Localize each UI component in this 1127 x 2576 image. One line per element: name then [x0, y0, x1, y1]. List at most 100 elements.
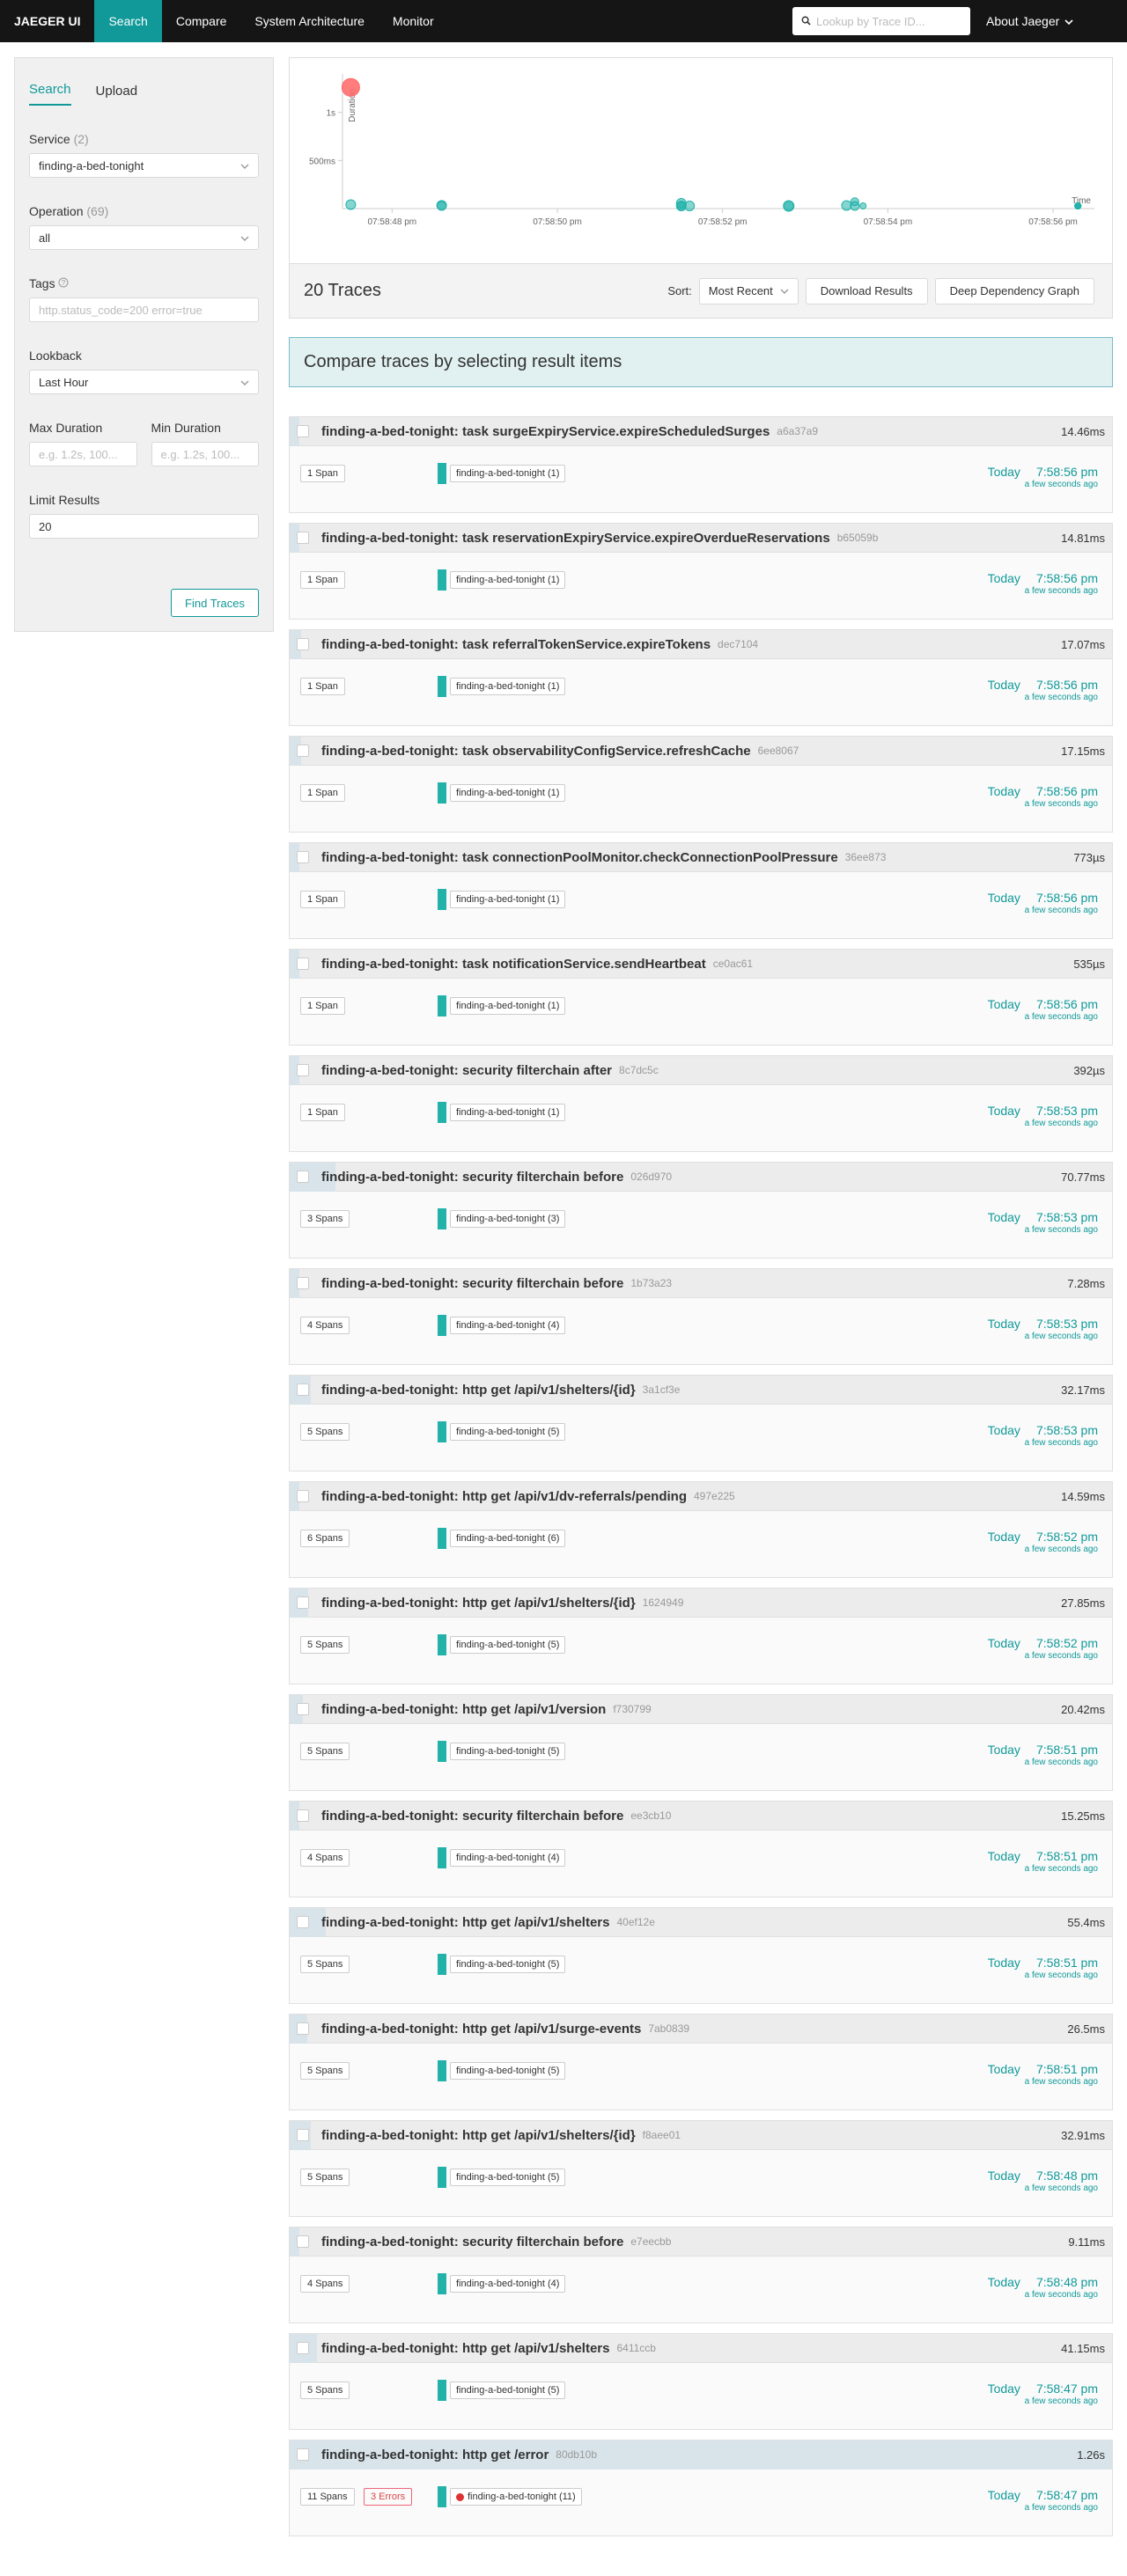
- trace-item-header[interactable]: finding-a-bed-tonight: http get /api/v1/…: [289, 2014, 1113, 2044]
- nav-monitor[interactable]: Monitor: [379, 0, 448, 42]
- trace-item-body[interactable]: 6 Spans finding-a-bed-tonight (6) Today 7:5…: [289, 1511, 1113, 1578]
- trace-item-body[interactable]: 1 Span finding-a-bed-tonight (1) Today 7:58…: [289, 446, 1113, 513]
- trace-select-checkbox[interactable]: [297, 425, 309, 437]
- nav-system-architecture[interactable]: System Architecture: [240, 0, 379, 42]
- trace-id-input[interactable]: [816, 14, 957, 28]
- trace-select-checkbox[interactable]: [297, 1703, 309, 1715]
- min-duration-input[interactable]: [151, 442, 259, 466]
- trace-name[interactable]: finding-a-bed-tonight: security filterch…: [321, 1170, 623, 1185]
- operation-select[interactable]: all: [29, 225, 259, 250]
- trace-select-checkbox[interactable]: [297, 1171, 309, 1183]
- trace-item-header[interactable]: finding-a-bed-tonight: http get /api/v1/…: [289, 1481, 1113, 1511]
- trace-item-body[interactable]: 4 Spans finding-a-bed-tonight (4) Today 7:5…: [289, 1298, 1113, 1365]
- trace-item[interactable]: finding-a-bed-tonight: http get /api/v1/…: [289, 1907, 1113, 2004]
- about-jaeger-menu[interactable]: About Jaeger: [986, 0, 1073, 42]
- trace-item-body[interactable]: 5 Spans finding-a-bed-tonight (5) Today 7:5…: [289, 1618, 1113, 1684]
- trace-item[interactable]: finding-a-bed-tonight: http get /api/v1/…: [289, 2120, 1113, 2217]
- trace-item[interactable]: finding-a-bed-tonight: security filterch…: [289, 1268, 1113, 1365]
- nav-compare[interactable]: Compare: [162, 0, 241, 42]
- trace-select-checkbox[interactable]: [297, 1809, 309, 1822]
- trace-item-header[interactable]: finding-a-bed-tonight: task referralToke…: [289, 629, 1113, 659]
- trace-name[interactable]: finding-a-bed-tonight: task connectionPo…: [321, 850, 838, 865]
- trace-item-header[interactable]: finding-a-bed-tonight: task connectionPo…: [289, 842, 1113, 872]
- trace-item[interactable]: finding-a-bed-tonight: http get /error 80…: [289, 2440, 1113, 2536]
- trace-name[interactable]: finding-a-bed-tonight: security filterch…: [321, 1809, 623, 1824]
- trace-item[interactable]: finding-a-bed-tonight: task referralToke…: [289, 629, 1113, 726]
- trace-item[interactable]: finding-a-bed-tonight: security filterch…: [289, 1162, 1113, 1259]
- trace-item-body[interactable]: 4 Spans finding-a-bed-tonight (4) Today 7:5…: [289, 2257, 1113, 2323]
- trace-item[interactable]: finding-a-bed-tonight: http get /api/v1/…: [289, 2014, 1113, 2110]
- trace-item-header[interactable]: finding-a-bed-tonight: http get /api/v1/…: [289, 2120, 1113, 2150]
- trace-item-body[interactable]: 11 Spans 3 Errors finding-a-bed-tonight (1…: [289, 2470, 1113, 2536]
- trace-item-body[interactable]: 1 Span finding-a-bed-tonight (1) Today 7:58…: [289, 1085, 1113, 1152]
- trace-item-body[interactable]: 1 Span finding-a-bed-tonight (1) Today 7:58…: [289, 872, 1113, 939]
- trace-name[interactable]: finding-a-bed-tonight: http get /api/v1/…: [321, 1702, 606, 1717]
- trace-select-checkbox[interactable]: [297, 2342, 309, 2354]
- trace-name[interactable]: finding-a-bed-tonight: security filterch…: [321, 2235, 623, 2249]
- trace-item-body[interactable]: 5 Spans finding-a-bed-tonight (5) Today 7:5…: [289, 2150, 1113, 2217]
- trace-name[interactable]: finding-a-bed-tonight: task observabilit…: [321, 744, 751, 759]
- trace-name[interactable]: finding-a-bed-tonight: task surgeExpiryS…: [321, 424, 770, 439]
- trace-item[interactable]: finding-a-bed-tonight: security filterch…: [289, 2227, 1113, 2323]
- trace-item-body[interactable]: 5 Spans finding-a-bed-tonight (5) Today 7:5…: [289, 1724, 1113, 1791]
- trace-item-header[interactable]: finding-a-bed-tonight: security filterch…: [289, 1801, 1113, 1831]
- sort-select[interactable]: Most Recent: [698, 277, 799, 305]
- trace-name[interactable]: finding-a-bed-tonight: task notification…: [321, 957, 706, 972]
- trace-select-checkbox[interactable]: [297, 2022, 309, 2035]
- trace-name[interactable]: finding-a-bed-tonight: task reservationE…: [321, 531, 830, 546]
- tab-search[interactable]: Search: [29, 82, 71, 106]
- download-results-button[interactable]: Download Results: [805, 277, 928, 305]
- trace-select-checkbox[interactable]: [297, 1383, 309, 1396]
- trace-item[interactable]: finding-a-bed-tonight: task surgeExpiryS…: [289, 416, 1113, 513]
- trace-item-body[interactable]: 1 Span finding-a-bed-tonight (1) Today 7:58…: [289, 979, 1113, 1046]
- trace-select-checkbox[interactable]: [297, 1490, 309, 1502]
- trace-item-header[interactable]: finding-a-bed-tonight: task surgeExpiryS…: [289, 416, 1113, 446]
- trace-item-header[interactable]: finding-a-bed-tonight: security filterch…: [289, 2227, 1113, 2257]
- trace-select-checkbox[interactable]: [297, 851, 309, 863]
- trace-select-checkbox[interactable]: [297, 1064, 309, 1076]
- trace-item-header[interactable]: finding-a-bed-tonight: http get /api/v1/…: [289, 1694, 1113, 1724]
- trace-item-body[interactable]: 3 Spans finding-a-bed-tonight (3) Today 7:5…: [289, 1192, 1113, 1259]
- trace-name[interactable]: finding-a-bed-tonight: http get /api/v1/…: [321, 1383, 636, 1398]
- trace-name[interactable]: finding-a-bed-tonight: http get /api/v1/…: [321, 1596, 636, 1611]
- trace-item[interactable]: finding-a-bed-tonight: security filterch…: [289, 1055, 1113, 1152]
- trace-item-body[interactable]: 5 Spans finding-a-bed-tonight (5) Today 7:5…: [289, 2044, 1113, 2110]
- trace-select-checkbox[interactable]: [297, 2235, 309, 2248]
- nav-search[interactable]: Search: [94, 0, 162, 42]
- trace-item-header[interactable]: finding-a-bed-tonight: http get /api/v1/…: [289, 2333, 1113, 2363]
- trace-name[interactable]: finding-a-bed-tonight: security filterch…: [321, 1063, 612, 1078]
- trace-item-body[interactable]: 1 Span finding-a-bed-tonight (1) Today 7:58…: [289, 766, 1113, 833]
- info-icon[interactable]: ?: [58, 276, 69, 290]
- trace-name[interactable]: finding-a-bed-tonight: http get /api/v1/…: [321, 2022, 641, 2037]
- trace-name[interactable]: finding-a-bed-tonight: security filterch…: [321, 1276, 623, 1291]
- trace-item-header[interactable]: finding-a-bed-tonight: security filterch…: [289, 1162, 1113, 1192]
- trace-item[interactable]: finding-a-bed-tonight: security filterch…: [289, 1801, 1113, 1897]
- deep-dependency-graph-button[interactable]: Deep Dependency Graph: [934, 277, 1094, 305]
- trace-item[interactable]: finding-a-bed-tonight: task observabilit…: [289, 736, 1113, 833]
- trace-item-header[interactable]: finding-a-bed-tonight: task reservationE…: [289, 523, 1113, 553]
- trace-select-checkbox[interactable]: [297, 1596, 309, 1609]
- trace-item-body[interactable]: 1 Span finding-a-bed-tonight (1) Today 7:58…: [289, 659, 1113, 726]
- trace-item-body[interactable]: 5 Spans finding-a-bed-tonight (5) Today 7:5…: [289, 1405, 1113, 1471]
- trace-item-header[interactable]: finding-a-bed-tonight: http get /error 80…: [289, 2440, 1113, 2470]
- trace-name[interactable]: finding-a-bed-tonight: http get /api/v1/…: [321, 2128, 636, 2143]
- trace-item[interactable]: finding-a-bed-tonight: task notification…: [289, 949, 1113, 1046]
- brand-logo[interactable]: JAEGER UI: [0, 0, 94, 42]
- trace-item-header[interactable]: finding-a-bed-tonight: security filterch…: [289, 1055, 1113, 1085]
- trace-item[interactable]: finding-a-bed-tonight: http get /api/v1/…: [289, 1694, 1113, 1791]
- trace-item[interactable]: finding-a-bed-tonight: http get /api/v1/…: [289, 1481, 1113, 1578]
- trace-item-body[interactable]: 4 Spans finding-a-bed-tonight (4) Today 7:5…: [289, 1831, 1113, 1897]
- trace-item[interactable]: finding-a-bed-tonight: http get /api/v1/…: [289, 1588, 1113, 1684]
- trace-item[interactable]: finding-a-bed-tonight: http get /api/v1/…: [289, 2333, 1113, 2430]
- trace-select-checkbox[interactable]: [297, 2448, 309, 2461]
- max-duration-input[interactable]: [29, 442, 137, 466]
- trace-name[interactable]: finding-a-bed-tonight: task referralToke…: [321, 637, 711, 652]
- trace-item-header[interactable]: finding-a-bed-tonight: security filterch…: [289, 1268, 1113, 1298]
- trace-item-body[interactable]: 1 Span finding-a-bed-tonight (1) Today 7:58…: [289, 553, 1113, 620]
- find-traces-button[interactable]: Find Traces: [171, 589, 259, 617]
- trace-select-checkbox[interactable]: [297, 745, 309, 757]
- trace-select-checkbox[interactable]: [297, 638, 309, 650]
- trace-select-checkbox[interactable]: [297, 1277, 309, 1289]
- lookback-select[interactable]: Last Hour: [29, 370, 259, 394]
- service-select[interactable]: finding-a-bed-tonight: [29, 153, 259, 178]
